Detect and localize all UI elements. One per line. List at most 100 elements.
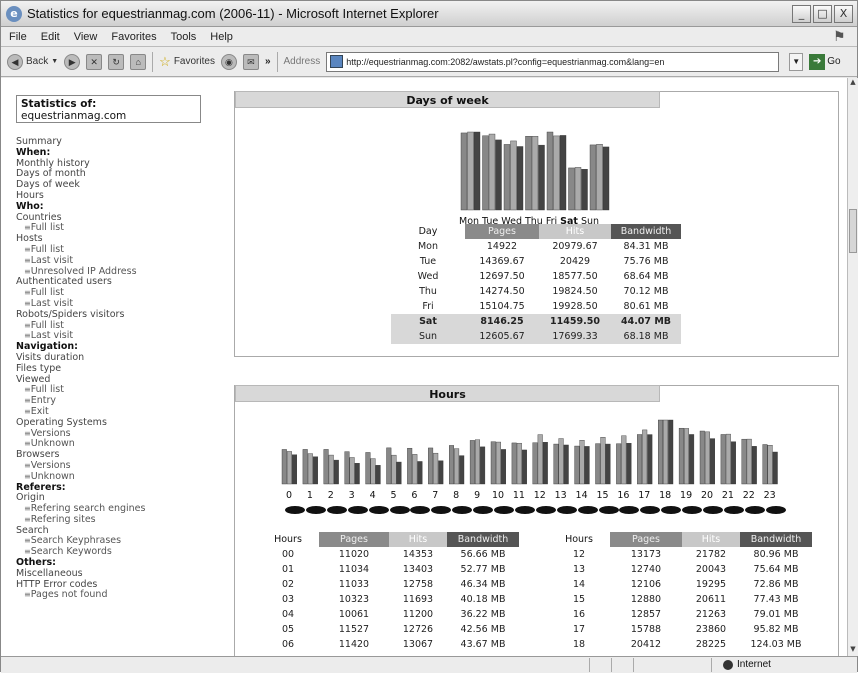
- table-row: Mon 14922 20979.67 84.31 MB: [391, 239, 681, 254]
- vertical-scrollbar[interactable]: ▲ ▼: [847, 78, 858, 656]
- globe-icon: [723, 659, 733, 670]
- site-name: equestrianmag.com: [21, 110, 127, 122]
- address-dropdown-button[interactable]: ▼: [789, 52, 804, 71]
- bar-pages-hour-12: [532, 442, 538, 485]
- stop-icon[interactable]: ✕: [86, 53, 103, 70]
- sidebar-item-files-type[interactable]: Files type: [16, 363, 216, 375]
- bar-hits-hour-13: [558, 438, 564, 485]
- bar-bandwidth-hour-1: [312, 456, 318, 485]
- hours-table-right: Hours Pages Hits Bandwidth 12 13173 21782 80.96…: [548, 532, 812, 652]
- bar-bandwidth-hour-12: [542, 442, 548, 485]
- mail-icon[interactable]: ✉: [242, 53, 259, 70]
- bar-pages-sun: [589, 144, 597, 211]
- maximize-button[interactable]: □: [813, 5, 832, 23]
- sidebar-item-full-list[interactable]: Full list: [16, 223, 216, 234]
- days-of-week-panel: Days of week Mon Tue Wed Thu Fri Sat Sun Day Pa…: [234, 91, 839, 357]
- menu-bar: File Edit View Favorites Tools Help ⚑: [1, 27, 857, 47]
- bar-bandwidth-hour-23: [772, 451, 778, 485]
- close-button[interactable]: X: [834, 5, 853, 23]
- address-url[interactable]: http://equestrianmag.com:2082/awstats.pl…: [346, 57, 664, 67]
- forward-icon[interactable]: ▶: [64, 53, 81, 70]
- sidebar-item-robots-spiders-visitors[interactable]: Robots/Spiders visitors: [16, 309, 216, 321]
- bar-pages-hour-10: [490, 441, 496, 485]
- x-tick-label: 2: [327, 490, 334, 501]
- bar-hits-hour-18: [663, 419, 669, 485]
- go-button[interactable]: ➔ Go: [809, 53, 841, 70]
- menu-help[interactable]: Help: [210, 31, 233, 43]
- sidebar-item-unknown[interactable]: Unknown: [16, 471, 216, 483]
- table-cell: 12740: [630, 564, 662, 575]
- favorites-button[interactable]: ☆ Favorites: [159, 54, 215, 70]
- bar-pages-hour-7: [428, 447, 434, 485]
- hour-moon-icon: [368, 506, 389, 514]
- back-button[interactable]: ◀ Back ▼: [7, 53, 58, 70]
- table-row: 06 11420 13067 43.67 MB: [257, 637, 519, 652]
- column-header: Hits: [682, 532, 740, 547]
- refresh-icon[interactable]: ↻: [108, 53, 125, 70]
- bar-hits-hour-3: [349, 457, 355, 485]
- bar-hits-hour-16: [621, 435, 627, 485]
- table-cell: 11200: [402, 609, 434, 620]
- site-label: Statistics of:: [21, 98, 97, 110]
- hour-moon-icon: [473, 506, 494, 514]
- bar-bandwidth-hour-6: [417, 461, 423, 485]
- sidebar-item-days-of-week[interactable]: Days of week: [16, 179, 216, 191]
- address-bar[interactable]: http://equestrianmag.com:2082/awstats.pl…: [326, 51, 780, 72]
- bar-hits-hour-9: [474, 439, 480, 485]
- toolbar-chevron[interactable]: »: [265, 56, 271, 67]
- table-cell: 77.43 MB: [753, 594, 799, 605]
- bar-pages-hour-15: [595, 443, 601, 485]
- table-cell: 13: [572, 564, 586, 575]
- page-icon: [330, 55, 344, 68]
- table-cell: 12758: [402, 579, 434, 590]
- menu-view[interactable]: View: [74, 31, 98, 43]
- bar-pages-hour-22: [741, 438, 747, 485]
- bar-pages-hour-23: [762, 444, 768, 485]
- menu-tools[interactable]: Tools: [171, 31, 197, 43]
- title-bar: e Statistics for equestrianmag.com (2006…: [1, 1, 857, 27]
- column-header: Hours: [565, 534, 593, 545]
- scroll-up-icon[interactable]: ▲: [848, 78, 858, 89]
- table-cell: Tue: [419, 256, 437, 267]
- scroll-down-icon[interactable]: ▼: [848, 645, 858, 656]
- table-row: 01 11034 13403 52.77 MB: [257, 562, 519, 577]
- table-cell: 12106: [630, 579, 662, 590]
- bar-pages-hour-0: [281, 449, 287, 485]
- x-tick-label: 12: [533, 490, 546, 501]
- favorites-label: Favorites: [173, 56, 215, 67]
- media-icon[interactable]: ◉: [220, 53, 237, 70]
- table-cell: Thu: [419, 286, 437, 297]
- hour-moon-icon: [577, 506, 598, 514]
- column-header: Pages: [465, 224, 539, 239]
- sidebar-item-pages-not-found[interactable]: Pages not found: [16, 590, 216, 601]
- menu-edit[interactable]: Edit: [41, 31, 60, 43]
- hours-bar-chart: [281, 419, 778, 485]
- sidebar-item-hours[interactable]: Hours: [16, 190, 216, 202]
- table-cell: 11420: [338, 639, 370, 650]
- bar-pages-hour-8: [448, 445, 454, 485]
- sidebar-item-last-visit[interactable]: Last visit: [16, 255, 216, 267]
- table-cell: 46.34 MB: [460, 579, 506, 590]
- menu-favorites[interactable]: Favorites: [111, 31, 156, 43]
- site-box: Statistics of: equestrianmag.com: [16, 95, 201, 123]
- x-tick-label: 14: [575, 490, 588, 501]
- bar-bandwidth-hour-11: [521, 449, 527, 485]
- table-cell: 23860: [695, 624, 727, 635]
- table-cell: 68.18 MB: [611, 329, 681, 344]
- table-cell: 19824.50: [552, 286, 598, 297]
- home-icon[interactable]: ⌂: [130, 53, 147, 70]
- minimize-button[interactable]: _: [792, 5, 811, 23]
- table-cell: 13403: [402, 564, 434, 575]
- days-panel-title: Days of week: [235, 91, 660, 108]
- menu-file[interactable]: File: [9, 31, 27, 43]
- table-cell: 20043: [695, 564, 727, 575]
- table-row: 03 10323 11693 40.18 MB: [257, 592, 519, 607]
- scroll-thumb[interactable]: [849, 209, 857, 253]
- hour-moon-icon: [535, 506, 556, 514]
- table-cell: 95.82 MB: [753, 624, 799, 635]
- table-cell: 01: [281, 564, 295, 575]
- table-row: 16 12857 21263 79.01 MB: [548, 607, 812, 622]
- sidebar-item-operating-systems[interactable]: Operating Systems: [16, 417, 216, 429]
- bar-bandwidth-hour-0: [292, 454, 298, 485]
- toolbar-separator: [152, 51, 154, 72]
